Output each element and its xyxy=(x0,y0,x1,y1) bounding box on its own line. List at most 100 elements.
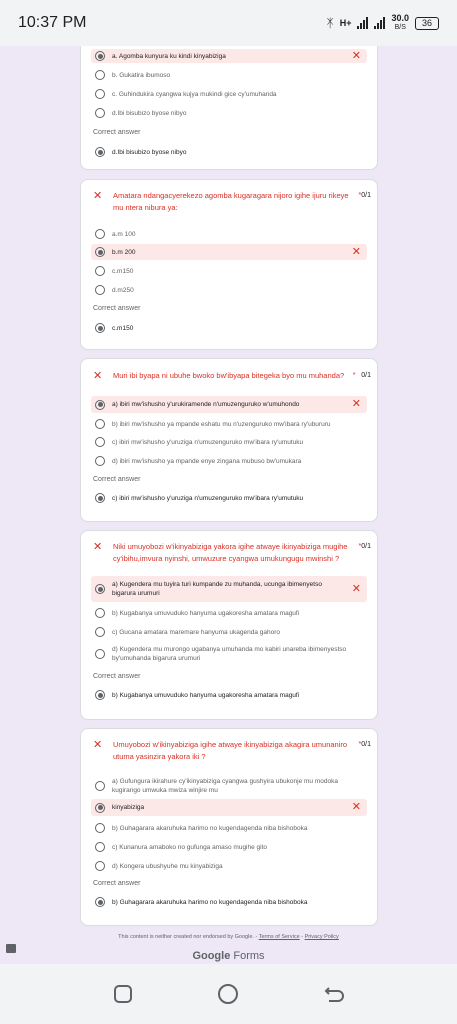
radio-checked-icon xyxy=(95,493,105,503)
radio-checked-icon xyxy=(95,399,105,410)
correct-answer-label: Correct answer xyxy=(93,673,141,680)
radio-icon xyxy=(95,781,105,791)
radio-icon xyxy=(95,108,105,118)
correct-answer: c.m150 xyxy=(95,323,367,333)
option-selected-wrong: b.m 200 ✕ xyxy=(91,244,367,260)
option: b) ibiri mw'ishusho ya mpande eshatu mu … xyxy=(91,417,367,431)
radio-checked-icon xyxy=(95,323,105,333)
points: * 0/1 xyxy=(352,372,371,379)
radio-icon xyxy=(95,266,105,276)
incorrect-icon: ✕ xyxy=(93,190,103,202)
option-selected-wrong: a) Kugendera mu tuyira turi kumpande zu … xyxy=(91,576,367,602)
option: c) Kunanura amaboko no gufunga amaso mug… xyxy=(91,840,367,854)
option: c) ibiri mw'ishusho y'uruziga n'umuzengu… xyxy=(91,435,367,449)
wrong-mark-icon: ✕ xyxy=(351,245,361,258)
recents-icon xyxy=(113,985,132,1003)
signal-icon xyxy=(357,17,369,29)
system-nav-bar xyxy=(0,964,457,1024)
incorrect-icon: ✕ xyxy=(93,739,103,751)
correct-answer: b) Guhagarara akaruhuka harimo no kugend… xyxy=(95,897,367,907)
radio-icon xyxy=(95,842,105,852)
correct-answer-label: Correct answer xyxy=(93,476,141,483)
correct-answer-label: Correct answer xyxy=(93,129,141,136)
form-scroll-area[interactable]: a. Agomba kunyura ku kindi kinyabiziga ✕… xyxy=(0,46,457,964)
correct-answer: c) ibiri mw'ishusho y'uruziga n'umuzengu… xyxy=(95,493,367,503)
option: b. Gukatira ibumoso xyxy=(91,68,367,82)
back-button[interactable] xyxy=(322,982,346,1006)
question-card-5: ✕ Umuyobozi w'ikinyabiziga igihe atwaye … xyxy=(80,728,378,926)
option: b) Guhagarara akaruhuka harimo no kugend… xyxy=(91,821,367,835)
correct-answer-label: Correct answer xyxy=(93,305,141,312)
radio-icon xyxy=(95,437,105,447)
terms-link[interactable]: Terms of Service xyxy=(259,934,300,940)
option: d) Kongera ubushyuhe mu kinyabiziga xyxy=(91,859,367,873)
radio-checked-icon xyxy=(95,147,105,157)
back-icon xyxy=(324,987,345,1002)
radio-icon xyxy=(95,419,105,429)
correct-answer: d.Ibi bisubizo byose nibyo xyxy=(95,147,367,157)
question-card-3: ✕ Muri ibi byapa ni ubuhe bwoko bw'ibyap… xyxy=(80,358,378,522)
radio-checked-icon xyxy=(95,897,105,907)
disclaimer: This content is neither created nor endo… xyxy=(118,934,339,940)
status-icons: ᛡ H+ 30.0 B/S 36 xyxy=(326,13,439,32)
radio-icon xyxy=(95,823,105,833)
question-title: ✕ Muri ibi byapa ni ubuhe bwoko bw'ibyap… xyxy=(93,370,371,382)
question-title: ✕ Amatara ndangacyerekezo agomba kugarag… xyxy=(93,190,371,212)
option: d.m250 xyxy=(91,283,367,297)
option: d.Ibi bisubizo byose nibyo xyxy=(91,106,367,120)
radio-checked-icon xyxy=(95,584,105,594)
option-selected-wrong: kinyabiziga ✕ xyxy=(91,799,367,816)
clock: 10:37 PM xyxy=(18,14,87,31)
network-speed: 30.0 B/S xyxy=(391,13,409,32)
radio-checked-icon xyxy=(95,690,105,700)
question-title: ✕ Niki umuyobozi w'ikinyabiziga yakora i… xyxy=(93,541,371,563)
wrong-mark-icon: ✕ xyxy=(351,49,361,62)
option: a.m 100 xyxy=(91,227,367,241)
home-button[interactable] xyxy=(216,982,240,1006)
radio-icon xyxy=(95,456,105,466)
radio-icon xyxy=(95,285,105,295)
points: *0/1 xyxy=(358,741,371,748)
wrong-mark-icon: ✕ xyxy=(351,398,361,410)
radio-icon xyxy=(95,649,105,659)
bluetooth-icon: ᛡ xyxy=(326,16,334,30)
privacy-link[interactable]: Privacy Policy xyxy=(305,934,339,940)
correct-answer-label: Correct answer xyxy=(93,880,141,887)
option-selected-wrong: a) ibiri mw'ishusho y'urukiramende n'umu… xyxy=(91,396,367,413)
wrong-mark-icon: ✕ xyxy=(351,582,361,595)
option: d) Kugendera mu murongo ugabanya umuhand… xyxy=(91,643,367,665)
question-title: ✕ Umuyobozi w'ikinyabiziga igihe atwaye … xyxy=(93,739,371,761)
wrong-mark-icon: ✕ xyxy=(351,801,361,813)
points: *0/1 xyxy=(358,192,371,199)
radio-checked-icon xyxy=(95,247,105,257)
option: c.m150 xyxy=(91,264,367,278)
correct-answer: b) Kugabanya umuvuduko hanyuma ugakoresh… xyxy=(95,690,367,700)
points: *0/1 xyxy=(358,543,371,550)
recents-button[interactable] xyxy=(111,982,135,1006)
option: c. Guhindukira cyangwa kujya mukindi gic… xyxy=(91,87,367,101)
radio-checked-icon xyxy=(95,802,105,813)
signal-icon-2 xyxy=(374,17,386,29)
option: c) Gucana amatara maremare hanyuma ukage… xyxy=(91,625,367,639)
radio-icon xyxy=(95,229,105,239)
incorrect-icon: ✕ xyxy=(93,541,103,553)
question-card-2: ✕ Amatara ndangacyerekezo agomba kugarag… xyxy=(80,179,378,350)
option: a) Gufungura ikirahure cy'ikinyabiziga c… xyxy=(91,775,367,797)
question-card-4: ✕ Niki umuyobozi w'ikinyabiziga yakora i… xyxy=(80,530,378,720)
google-forms-logo[interactable]: Google Forms xyxy=(0,950,457,962)
radio-checked-icon xyxy=(95,51,105,61)
mobile-data-icon: H+ xyxy=(339,18,352,28)
question-card-1: a. Agomba kunyura ku kindi kinyabiziga ✕… xyxy=(80,46,378,170)
radio-icon xyxy=(95,608,105,618)
home-icon xyxy=(218,984,239,1004)
radio-icon xyxy=(95,627,105,637)
radio-icon xyxy=(95,70,105,80)
battery-icon: 36 xyxy=(415,16,439,30)
radio-icon xyxy=(95,861,105,871)
option-selected-wrong: a. Agomba kunyura ku kindi kinyabiziga ✕ xyxy=(91,49,367,63)
option: b) Kugabanya umuvuduko hanyuma ugakoresh… xyxy=(91,606,367,620)
status-bar: 10:37 PM ᛡ H+ 30.0 B/S 36 xyxy=(0,0,457,46)
option: d) ibiri mw'ishusho ya mpande enye zinga… xyxy=(91,454,367,468)
radio-icon xyxy=(95,89,105,99)
incorrect-icon: ✕ xyxy=(93,370,103,382)
